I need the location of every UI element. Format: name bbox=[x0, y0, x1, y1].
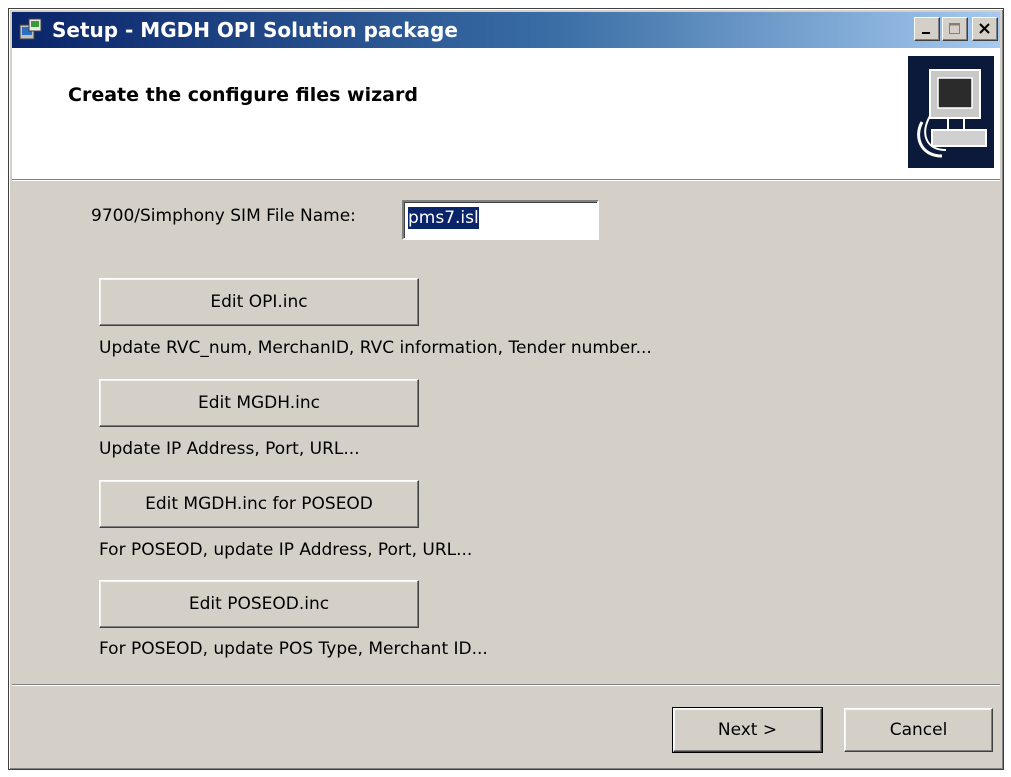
close-button[interactable] bbox=[972, 17, 998, 41]
next-button[interactable]: Next > bbox=[672, 707, 823, 753]
maximize-button[interactable] bbox=[942, 17, 968, 41]
setup-icon[interactable] bbox=[16, 15, 46, 45]
close-icon bbox=[979, 23, 990, 34]
maximize-icon bbox=[949, 23, 960, 34]
footer-divider-highlight bbox=[12, 685, 1000, 686]
cancel-button[interactable]: Cancel bbox=[844, 708, 993, 752]
wizard-heading: Create the configure files wizard bbox=[68, 84, 418, 106]
edit-mgdh-inc-poseod-description: For POSEOD, update IP Address, Port, URL… bbox=[99, 540, 473, 560]
setup-window: Setup - MGDH OPI Solution package Create… bbox=[8, 8, 1004, 770]
window-controls bbox=[914, 17, 998, 41]
header-divider bbox=[12, 180, 1000, 181]
edit-mgdh-inc-description: Update IP Address, Port, URL... bbox=[99, 439, 360, 459]
sim-file-name-input[interactable]: pms7.isl bbox=[402, 200, 599, 240]
edit-opi-inc-button[interactable]: Edit OPI.inc bbox=[99, 278, 419, 326]
edit-poseod-inc-description: For POSEOD, update POS Type, Merchant ID… bbox=[99, 639, 488, 659]
minimize-button[interactable] bbox=[914, 17, 940, 41]
sim-file-name-value: pms7.isl bbox=[408, 207, 479, 229]
window-title: Setup - MGDH OPI Solution package bbox=[52, 18, 458, 42]
minimize-icon bbox=[922, 32, 930, 34]
sim-file-name-label: 9700/Simphony SIM File Name: bbox=[91, 206, 356, 226]
edit-mgdh-inc-button[interactable]: Edit MGDH.inc bbox=[99, 379, 419, 427]
wizard-header: Create the configure files wizard bbox=[12, 48, 1000, 180]
edit-opi-inc-description: Update RVC_num, MerchanID, RVC informati… bbox=[99, 338, 652, 358]
title-bar[interactable]: Setup - MGDH OPI Solution package bbox=[12, 12, 1000, 48]
edit-mgdh-inc-poseod-button[interactable]: Edit MGDH.inc for POSEOD bbox=[99, 480, 419, 528]
edit-poseod-inc-button[interactable]: Edit POSEOD.inc bbox=[99, 580, 419, 628]
computer-setup-icon bbox=[908, 56, 994, 168]
